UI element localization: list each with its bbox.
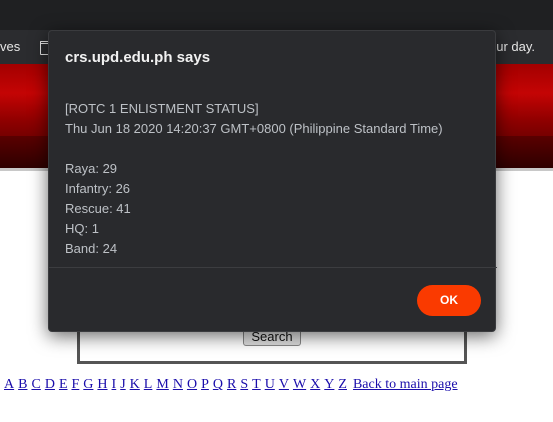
count-band: Band: 24: [65, 241, 118, 256]
alpha-link-g[interactable]: G: [83, 377, 93, 392]
dialog-message: [ROTC 1 ENLISTMENT STATUS] Thu Jun 18 20…: [65, 99, 443, 259]
count-rescue: Rescue: 41: [65, 201, 131, 216]
count-raya: Raya: 29: [65, 161, 118, 176]
alpha-link-t[interactable]: T: [252, 377, 261, 392]
alpha-link-p[interactable]: P: [201, 377, 209, 392]
alpha-link-b[interactable]: B: [18, 377, 27, 392]
alpha-link-f[interactable]: F: [72, 377, 80, 392]
bookmark-item-right[interactable]: ur day.: [496, 39, 535, 54]
alphabet-nav: A B C D E F G H I J K L M N O P Q R S T U V W X Y Z Back to main p…: [4, 377, 458, 393]
alpha-link-x[interactable]: X: [310, 377, 320, 392]
alpha-link-o[interactable]: O: [187, 377, 197, 392]
alpha-link-r[interactable]: R: [227, 377, 236, 392]
alpha-link-y[interactable]: Y: [324, 377, 334, 392]
alpha-link-c[interactable]: C: [31, 377, 40, 392]
ok-button[interactable]: OK: [417, 285, 481, 316]
bookmarks-left: ves: [0, 39, 58, 55]
alpha-link-l[interactable]: L: [144, 377, 153, 392]
alpha-link-d[interactable]: D: [45, 377, 55, 392]
count-hq: HQ: 1: [65, 221, 99, 236]
dialog-title: crs.upd.edu.ph says: [65, 49, 211, 66]
alpha-link-h[interactable]: H: [97, 377, 107, 392]
screen: ves ur day. Search ABCDEFGHIJKLMNOPQRSTU…: [0, 0, 553, 422]
browser-tab-strip: [0, 0, 553, 30]
alpha-link-i[interactable]: I: [112, 377, 117, 392]
alpha-link-q[interactable]: Q: [213, 377, 223, 392]
message-heading: [ROTC 1 ENLISTMENT STATUS]: [65, 101, 259, 116]
alpha-link-w[interactable]: W: [293, 377, 306, 392]
dialog-divider: [49, 267, 497, 268]
alpha-link-v[interactable]: V: [279, 377, 289, 392]
count-infantry: Infantry: 26: [65, 181, 131, 196]
bookmark-item[interactable]: ves: [0, 39, 20, 54]
alert-dialog: crs.upd.edu.ph says [ROTC 1 ENLISTMENT S…: [48, 30, 497, 332]
alpha-link-m[interactable]: M: [156, 377, 168, 392]
alpha-link-z[interactable]: Z: [338, 377, 347, 392]
alpha-link-k[interactable]: K: [130, 377, 140, 392]
alpha-link-s[interactable]: S: [240, 377, 248, 392]
alpha-link-j[interactable]: J: [120, 377, 125, 392]
alpha-link-e[interactable]: E: [59, 377, 68, 392]
alpha-link-u[interactable]: U: [265, 377, 275, 392]
alpha-link-n[interactable]: N: [173, 377, 183, 392]
back-to-main-link[interactable]: Back to main page: [353, 377, 458, 392]
message-timestamp: Thu Jun 18 2020 14:20:37 GMT+0800 (Phili…: [65, 121, 443, 136]
alpha-link-a[interactable]: A: [4, 377, 14, 392]
